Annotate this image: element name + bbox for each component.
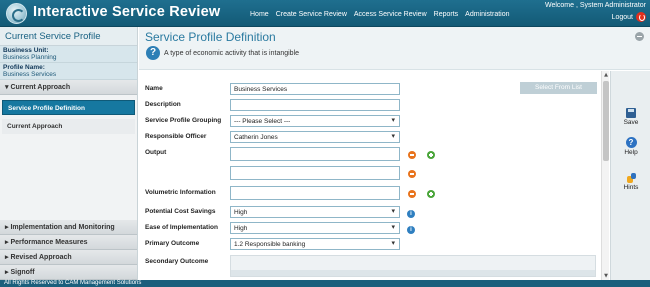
logout-label: Logout [611,13,633,21]
name-label: Name [145,85,163,92]
section-signoff-label: Signoff [10,269,35,276]
help-icon: ? [146,46,160,60]
hints-label: Hints [623,184,639,191]
sidebar-item-service-profile-definition[interactable]: Service Profile Definition [2,100,135,115]
scroll-down-icon[interactable]: ▼ [603,273,609,279]
section-signoff[interactable]: ▸ Signoff [0,265,137,280]
section-current-approach[interactable]: ▾ Current Approach [0,80,137,95]
section-revised[interactable]: ▸ Revised Approach [0,250,137,265]
add-icon[interactable] [427,190,435,198]
logout-link[interactable]: Logout [612,12,646,22]
officer-select[interactable]: Catherin Jones [230,131,400,143]
section-revised-label: Revised Approach [10,254,72,261]
save-icon [626,108,636,118]
profile-name-block: Profile Name: Business Services [0,63,137,80]
sidebar-item-current-approach[interactable]: Current Approach [2,119,135,134]
scroll-thumb[interactable] [603,81,609,161]
page-subtitle: A type of economic activity that is inta… [164,50,300,57]
secondary-outcome-label: Secondary Outcome [145,258,209,265]
ease-select[interactable]: High [230,222,400,234]
remove-icon[interactable] [408,151,416,159]
profile-name-value: Business Services [3,71,57,78]
select-from-list-button[interactable]: Select From List [520,82,597,94]
save-label: Save [623,119,639,126]
save-button[interactable]: Save [611,108,650,126]
sidebar-title: Current Service Profile [0,27,137,46]
secondary-outcome-list[interactable] [230,255,596,277]
business-unit-label: Business Unit: [3,47,49,54]
section-performance-label: Performance Measures [10,239,88,246]
nav-create-service-review[interactable]: Create Service Review [276,11,347,18]
add-icon[interactable] [427,151,435,159]
business-unit-block: Business Unit: Business Planning [0,46,137,63]
output-field-1[interactable] [230,147,400,161]
description-label: Description [145,101,181,108]
app-logo-icon [6,3,27,24]
nav-access-service-review[interactable]: Access Service Review [354,11,427,18]
volumetric-field[interactable] [230,186,400,200]
business-unit-value: Business Planning [3,54,57,61]
footer: All Rights Reserved to CAM Management So… [0,280,650,287]
ease-label: Ease of Implementation [145,224,218,231]
nav-administration[interactable]: Administration [465,11,509,18]
section-current-approach-label: Current Approach [10,84,71,91]
cost-savings-label: Potential Cost Savings [145,208,216,215]
welcome-text: Welcome , System Administrator [544,2,646,9]
help-icon: ? [625,137,637,148]
profile-name-label: Profile Name: [3,64,45,71]
help-label: Help [624,149,638,156]
cost-savings-select[interactable]: High [230,206,400,218]
section-implementation-label: Implementation and Monitoring [10,224,115,231]
info-icon[interactable]: i [407,226,415,234]
tools-panel: Save ? Help Hints [610,71,650,280]
main-nav: Home Create Service Review Access Servic… [250,11,517,18]
hints-icon [626,173,637,183]
section-implementation[interactable]: ▸ Implementation and Monitoring [0,220,137,235]
power-icon [636,12,646,22]
collapse-icon[interactable] [635,32,644,41]
scroll-up-icon[interactable]: ▲ [603,72,609,78]
sidebar: Current Service Profile Business Unit: B… [0,27,138,280]
output-field-2[interactable] [230,166,400,180]
name-field[interactable]: Business Services [230,83,400,95]
secondary-outcome-list-row [231,270,595,276]
info-icon[interactable]: i [407,210,415,218]
nav-reports[interactable]: Reports [434,11,459,18]
page-title: Service Profile Definition [145,30,276,44]
top-header: Interactive Service Review Home Create S… [0,0,650,27]
sidebar-sections: ▸ Implementation and Monitoring ▸ Perfor… [0,220,137,280]
page-header: Service Profile Definition ? A type of e… [139,27,650,70]
grouping-label: Service Profile Grouping [145,117,222,124]
nav-home[interactable]: Home [250,11,269,18]
grouping-select[interactable]: --- Please Select --- [230,115,400,127]
hints-button[interactable]: Hints [611,173,650,191]
primary-outcome-select[interactable]: 1.2 Responsible banking [230,238,400,250]
description-field[interactable] [230,99,400,111]
primary-outcome-label: Primary Outcome [145,240,200,247]
main-content: Service Profile Definition ? A type of e… [139,27,650,280]
remove-icon[interactable] [408,170,416,178]
section-performance[interactable]: ▸ Performance Measures [0,235,137,250]
app-title: Interactive Service Review [33,4,221,20]
officer-label: Responsible Officer [145,133,207,140]
output-label: Output [145,149,167,156]
volumetric-label: Volumetric Information [145,189,216,196]
remove-icon[interactable] [408,190,416,198]
help-button[interactable]: ? Help [611,137,650,156]
form-scrollbar[interactable]: ▲ ▼ [601,71,609,280]
